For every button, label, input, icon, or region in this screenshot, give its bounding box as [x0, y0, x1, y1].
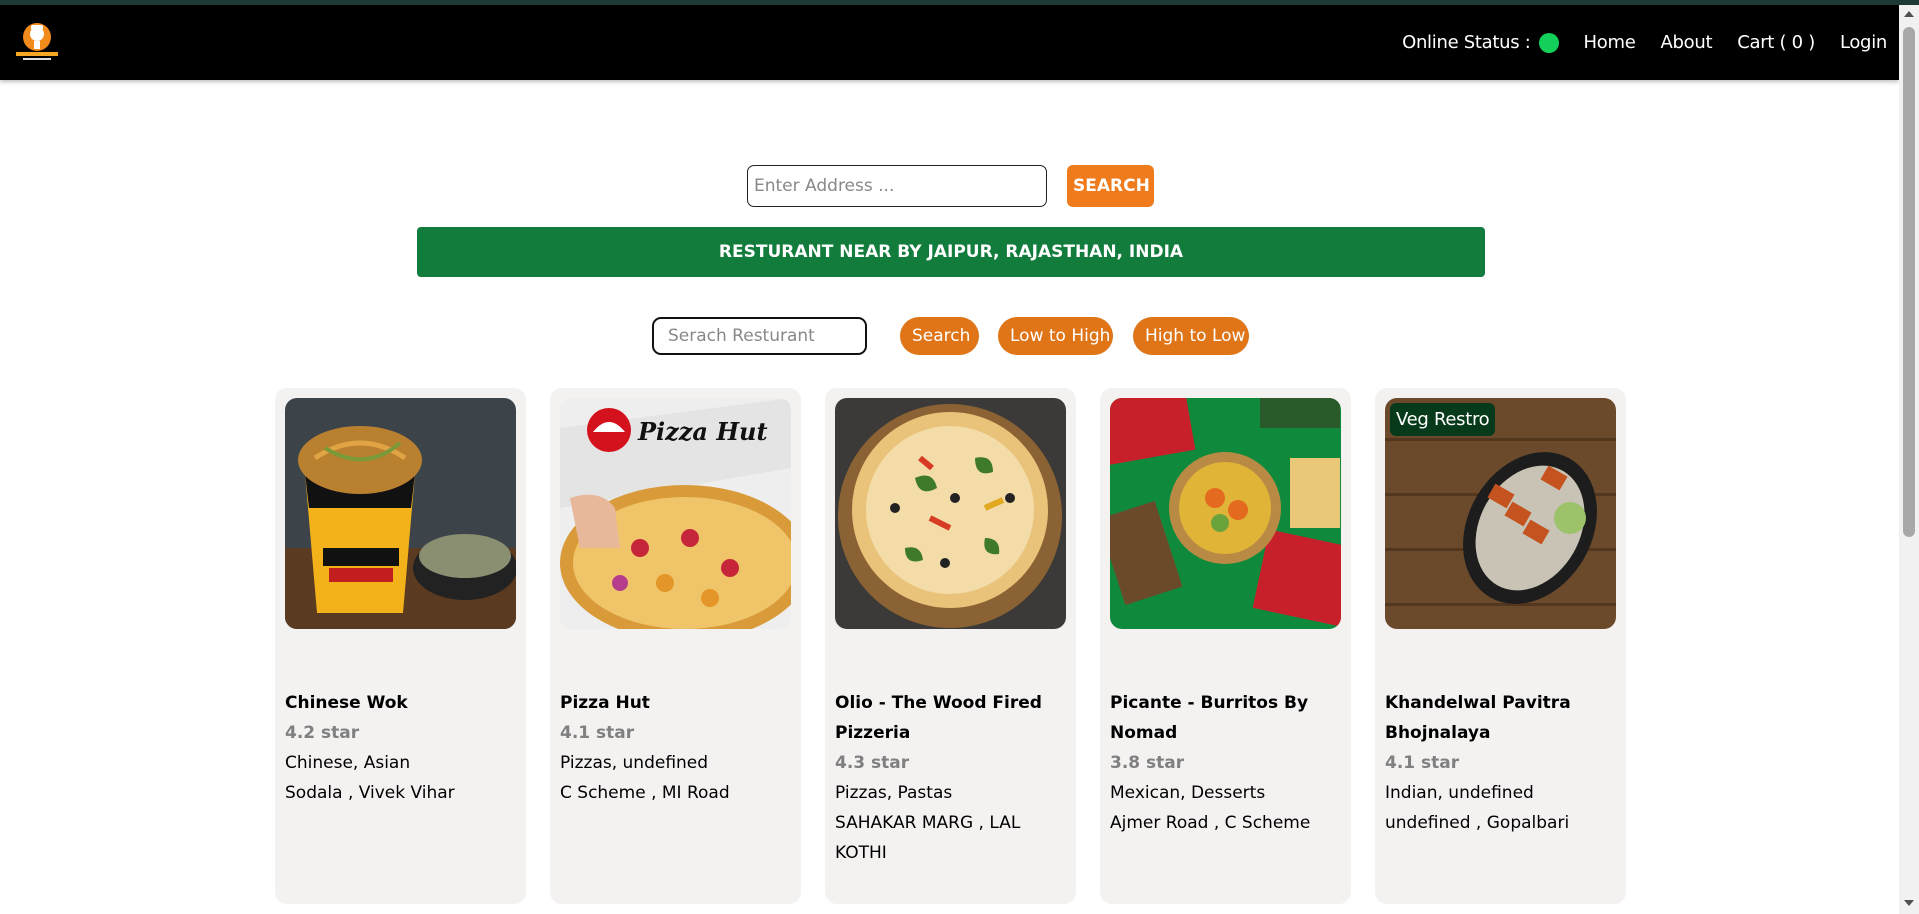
pizza-hut-image-text: Pizza Hut: [637, 417, 768, 446]
scrollbar-thumb[interactable]: [1903, 27, 1915, 537]
restaurant-search-input[interactable]: [652, 317, 867, 355]
veg-restro-badge: Veg Restro: [1390, 403, 1496, 436]
nav-cart-link[interactable]: Cart ( 0 ): [1737, 32, 1815, 53]
restaurant-name: Khandelwal Pavitra Bhojnalaya: [1385, 693, 1571, 743]
top-navbar: Online Status : Home About Cart ( 0 ) Lo…: [0, 5, 1899, 80]
restaurant-image: [1110, 398, 1341, 629]
address-input[interactable]: [747, 165, 1047, 207]
restaurant-location: Sodala , Vivek Vihar: [285, 783, 455, 803]
restaurant-name: Picante - Burritos By Nomad: [1110, 693, 1309, 743]
restaurant-info: Khandelwal Pavitra Bhojnalaya 4.1 star I…: [1385, 688, 1621, 838]
hungryhut-logo[interactable]: [14, 19, 60, 65]
restaurant-info: Pizza Hut 4.1 star Pizzas, undefined C S…: [560, 688, 796, 808]
restaurant-location: SAHAKAR MARG , LAL KOTHI: [835, 813, 1021, 863]
restaurant-cuisines: Chinese, Asian: [285, 753, 411, 773]
nav-links: Online Status : Home About Cart ( 0 ) Lo…: [1402, 5, 1887, 80]
restaurant-cuisines: Pizzas, Pastas: [835, 783, 953, 803]
restaurant-card[interactable]: Picante - Burritos By Nomad 3.8 star Mex…: [1100, 388, 1351, 904]
restaurant-image: [285, 398, 516, 629]
restaurant-image: [835, 398, 1066, 629]
nav-about-link[interactable]: About: [1660, 32, 1712, 53]
restaurant-image: Veg Restro: [1385, 398, 1616, 629]
restaurant-rating: 4.2 star: [285, 723, 360, 743]
restaurant-search-button[interactable]: Search: [900, 317, 979, 355]
restaurant-info: Olio - The Wood Fired Pizzeria 4.3 star …: [835, 688, 1071, 868]
restaurant-rating: 4.1 star: [560, 723, 635, 743]
restaurant-location: Ajmer Road , C Scheme: [1110, 813, 1311, 833]
online-status-dot-icon: [1538, 32, 1559, 53]
restaurant-image: Pizza Hut: [560, 398, 791, 629]
online-status: Online Status :: [1402, 32, 1559, 53]
scroll-up-arrow-icon[interactable]: [1904, 11, 1914, 17]
restaurant-name: Pizza Hut: [560, 693, 650, 713]
restaurant-cuisines: Mexican, Desserts: [1110, 783, 1266, 803]
sort-high-to-low-button[interactable]: High to Low: [1133, 317, 1249, 355]
online-status-label: Online Status :: [1402, 32, 1531, 53]
restaurant-name: Chinese Wok: [285, 693, 408, 713]
restaurant-rating: 4.3 star: [835, 753, 910, 773]
sort-low-to-high-button[interactable]: Low to High: [998, 317, 1113, 355]
restaurant-cuisines: Pizzas, undefined: [560, 753, 709, 773]
restaurant-info: Picante - Burritos By Nomad 3.8 star Mex…: [1110, 688, 1346, 838]
restaurant-rating: 3.8 star: [1110, 753, 1185, 773]
restaurant-name: Olio - The Wood Fired Pizzeria: [835, 693, 1042, 743]
restaurant-location: C Scheme , MI Road: [560, 783, 730, 803]
page-scrollbar[interactable]: [1899, 5, 1919, 914]
restaurant-card[interactable]: Pizza Hut Pizza Hut 4.1 star Pizzas, und…: [550, 388, 801, 904]
restaurant-info: Chinese Wok 4.2 star Chinese, Asian Soda…: [285, 688, 521, 808]
location-banner: RESTURANT NEAR BY JAIPUR, RAJASTHAN, IND…: [417, 227, 1485, 277]
restaurant-card[interactable]: Chinese Wok 4.2 star Chinese, Asian Soda…: [275, 388, 526, 904]
scroll-down-arrow-icon[interactable]: [1904, 900, 1914, 906]
restaurant-card[interactable]: Olio - The Wood Fired Pizzeria 4.3 star …: [825, 388, 1076, 904]
address-search-button[interactable]: SEARCH: [1067, 165, 1154, 207]
restaurant-rating: 4.1 star: [1385, 753, 1460, 773]
restaurant-card-list: Chinese Wok 4.2 star Chinese, Asian Soda…: [275, 388, 1627, 906]
nav-home-link[interactable]: Home: [1584, 32, 1636, 53]
nav-login-link[interactable]: Login: [1840, 32, 1887, 53]
restaurant-card[interactable]: Veg Restro Khandelwal Pavitra Bhojnalaya…: [1375, 388, 1626, 904]
restaurant-cuisines: Indian, undefined: [1385, 783, 1534, 803]
restaurant-location: undefined , Gopalbari: [1385, 813, 1570, 833]
